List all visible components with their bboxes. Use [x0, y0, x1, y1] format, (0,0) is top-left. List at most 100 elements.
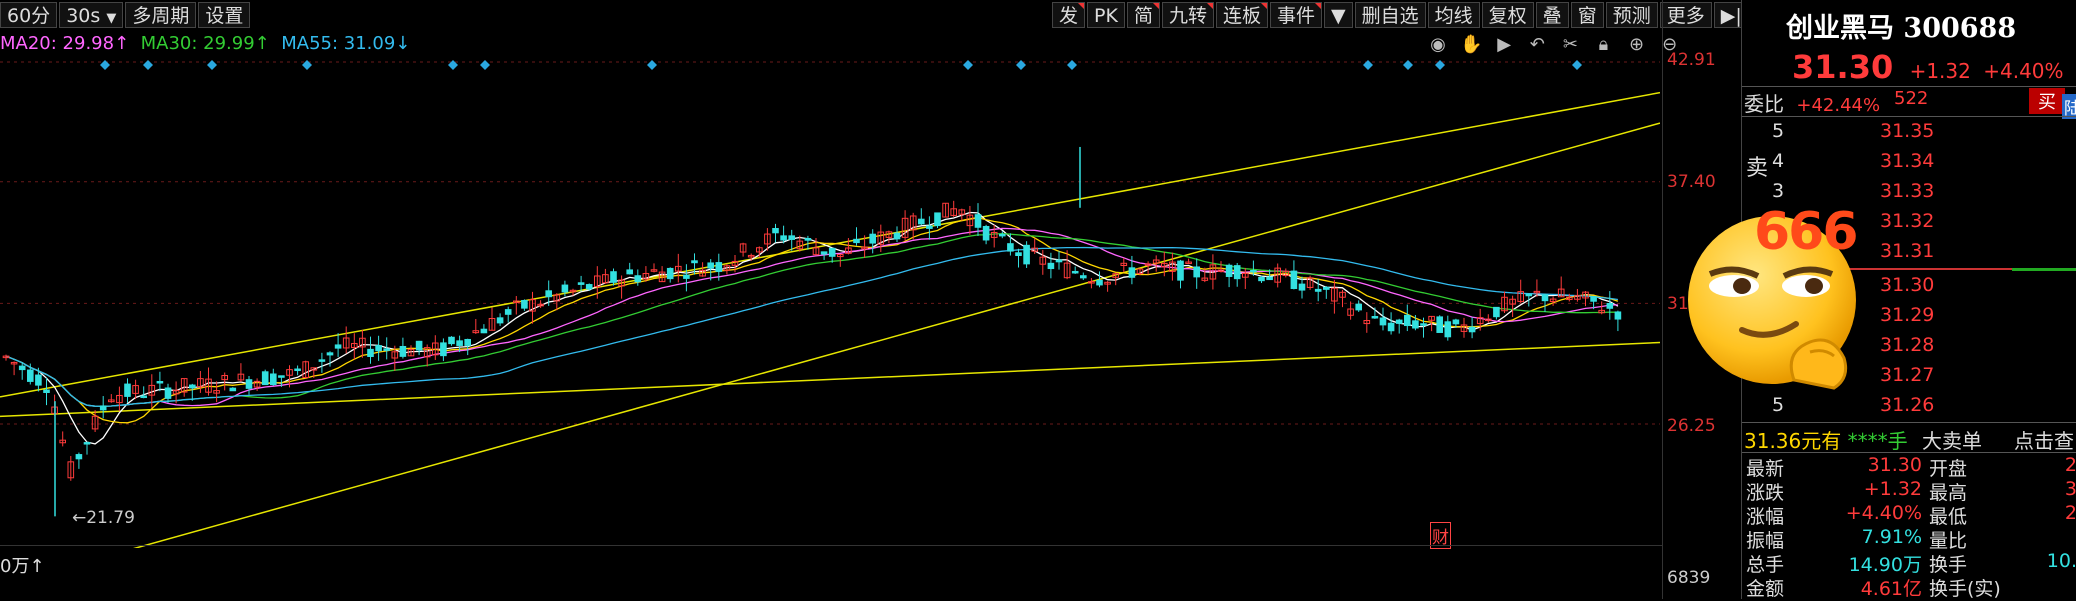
candle-body	[83, 442, 91, 445]
stat-label: 涨幅	[1746, 506, 1785, 528]
low-price-marker: ←21.79	[72, 508, 135, 528]
big-order-row[interactable]: 31.36元有 ****手 大卖单 点击查	[1742, 425, 2076, 454]
weibi-label: 委比	[1744, 92, 1784, 116]
candle-body	[804, 238, 812, 241]
candle-body	[1015, 252, 1022, 257]
event-diamond-icon	[1067, 60, 1077, 70]
stat-value: +4.40%	[1845, 502, 1922, 524]
toolbar-forecast-button[interactable]: 预测	[1605, 2, 1658, 28]
current-price: 31.30	[1792, 48, 1894, 86]
event-diamond-icon	[1572, 60, 1582, 70]
weicha-value: 522	[1894, 88, 1929, 109]
axis-label-37: 37.40	[1667, 172, 1716, 192]
candle-body	[99, 405, 107, 411]
toolbar-events-button[interactable]: 事件	[1269, 2, 1322, 28]
period-60min-button[interactable]: 60分	[0, 2, 58, 28]
candle-body	[1023, 244, 1030, 265]
candle-body	[926, 225, 933, 229]
candle-body	[561, 284, 569, 293]
candle-body	[480, 328, 488, 334]
price-row: 31.30 +1.32 +4.40%	[1742, 48, 2076, 86]
toolbar-send-button[interactable]: 发	[1052, 2, 1086, 28]
stat-label: 金额	[1746, 578, 1785, 600]
settings-button[interactable]: 设置	[198, 2, 251, 28]
candle-body	[1055, 259, 1063, 263]
sell-side-label: 卖	[1746, 156, 1769, 181]
event-diamond-icon	[647, 60, 657, 70]
channel-line	[133, 122, 1660, 548]
stat-label: 振幅	[1746, 530, 1785, 552]
candle-body	[853, 238, 860, 244]
candle-body	[334, 344, 342, 349]
candle-body	[1452, 319, 1460, 325]
big-order-action[interactable]: 点击查	[2014, 425, 2074, 454]
candle-body	[164, 387, 172, 399]
candle-body	[577, 282, 585, 285]
candle-body	[1541, 294, 1549, 302]
toolbar-ma-button[interactable]: 均线	[1427, 2, 1480, 28]
stock-name: 创业黑马	[1786, 13, 1894, 44]
toolbar-window-button[interactable]: 窗	[1570, 2, 1604, 28]
candle-body	[27, 369, 34, 382]
refresh-30s-select[interactable]: 30s ▼	[59, 2, 124, 28]
sell-level-price: 31.31	[1880, 240, 1935, 262]
candle-body	[610, 271, 617, 283]
candle-body	[1395, 319, 1403, 324]
candle-body	[261, 371, 269, 386]
candle-body	[585, 284, 593, 290]
candle-body	[496, 317, 504, 324]
event-diamond-icon	[1403, 60, 1413, 70]
toolbar-remove-watchlist-button[interactable]: 删自选	[1354, 2, 1426, 28]
candle-body	[43, 389, 50, 393]
candle-body	[1047, 262, 1055, 270]
toolbar-simple-button[interactable]: 简	[1126, 2, 1160, 28]
candle-body	[1590, 296, 1597, 302]
stat-label-2: 换手(实)	[1929, 578, 2001, 600]
candle-body	[1193, 266, 1201, 278]
candle-body	[1177, 260, 1184, 281]
candle-body	[464, 338, 471, 346]
stat-value: 4.61亿	[1860, 578, 1922, 600]
candle-body	[1323, 286, 1330, 290]
candle-body	[415, 340, 423, 351]
candle-body	[1379, 317, 1387, 326]
candle-body	[707, 262, 715, 269]
toolbar-overlay-button[interactable]: 叠	[1535, 2, 1569, 28]
candle-body	[691, 260, 698, 264]
price-change: +1.32	[1909, 59, 1971, 83]
candle-body	[1314, 288, 1322, 292]
candle-body	[1096, 279, 1103, 286]
candle-body	[375, 345, 382, 352]
multi-period-button[interactable]: 多周期	[125, 2, 197, 28]
toolbar-pk-button[interactable]: PK	[1087, 2, 1125, 28]
stat-label-2: 换手	[1929, 554, 1968, 576]
bid-ask-divider-green	[2012, 268, 2076, 271]
stat-value-2: 2	[2064, 502, 2076, 524]
candle-body	[1290, 270, 1298, 290]
candle-body	[1444, 321, 1452, 338]
toolbar-limit-up-button[interactable]: 连板	[1215, 2, 1268, 28]
candle-body	[1420, 323, 1427, 326]
channel-lines	[0, 91, 1660, 548]
candle-body	[715, 262, 723, 272]
weibi-row: 委比 +42.44% 522 买 陆	[1742, 88, 2076, 119]
toolbar-nine-turn-button[interactable]: 九转	[1161, 2, 1214, 28]
candle-body	[1355, 303, 1363, 311]
candle-body	[982, 225, 990, 241]
toolbar-adjust-button[interactable]: 复权	[1481, 2, 1534, 28]
stat-value: +1.32	[1863, 478, 1922, 500]
candle-body	[999, 233, 1006, 237]
buy-level-price: 31.29	[1880, 304, 1935, 326]
stat-label: 总手	[1746, 554, 1785, 576]
sell-level-price: 31.34	[1880, 150, 1935, 172]
stat-label-2: 量比	[1929, 530, 1968, 552]
candle-body	[1258, 276, 1265, 282]
buy-button[interactable]: 买	[2029, 88, 2065, 114]
candle-body	[245, 379, 253, 389]
candle-body	[521, 299, 528, 309]
toolbar-dropdown-icon[interactable]: ▼	[1324, 2, 1353, 28]
candlestick-chart[interactable]	[0, 48, 1660, 548]
candle-body	[18, 365, 26, 371]
event-diamond-icon	[963, 60, 973, 70]
stat-value-2: 10.	[2046, 550, 2076, 572]
